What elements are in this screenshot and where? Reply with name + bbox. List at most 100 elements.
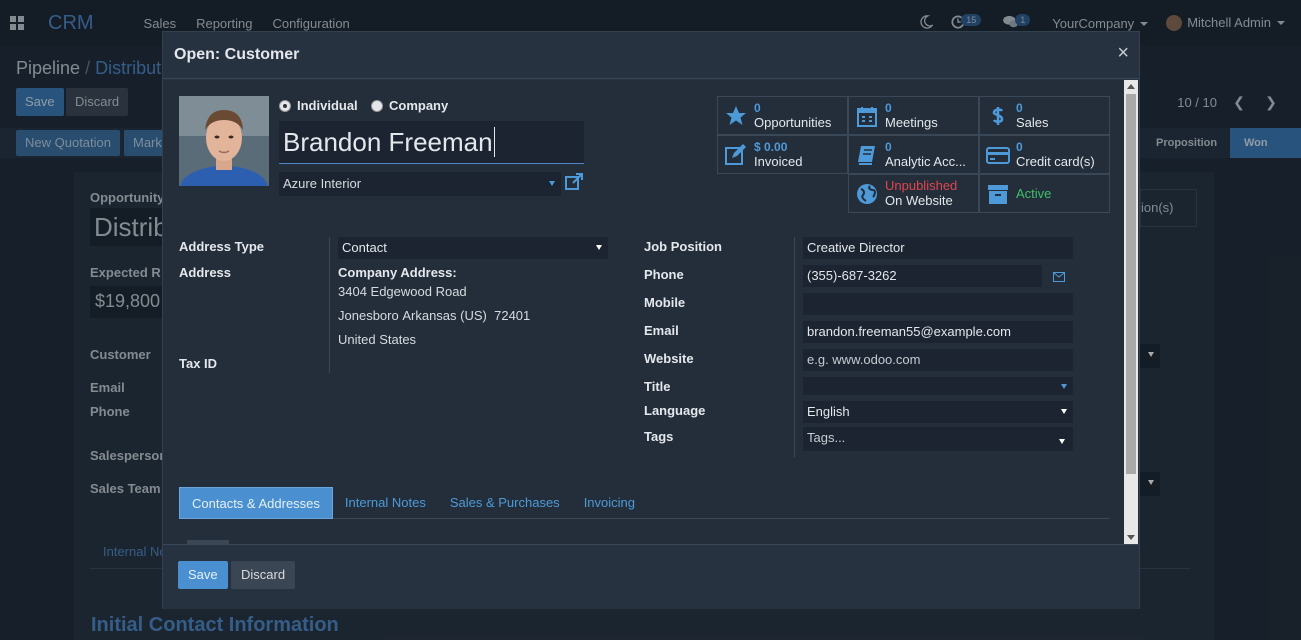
analytic-accounts-label: Analytic Acc... xyxy=(885,153,966,169)
phone-label: Phone xyxy=(644,267,684,282)
address-type-value: Contact xyxy=(342,240,387,255)
notebook-tabs: Contacts & Addresses Internal Notes Sale… xyxy=(179,487,1110,519)
opportunities-stat-button[interactable]: 0 Opportunities xyxy=(717,96,848,135)
invoiced-stat-button[interactable]: $ 0.00 Invoiced xyxy=(717,135,848,174)
archive-icon xyxy=(988,184,1008,204)
credit-cards-label: Credit card(s) xyxy=(1016,153,1095,169)
chevron-down-icon xyxy=(1061,409,1067,414)
save-button[interactable]: Save xyxy=(178,561,228,589)
analytic-accounts-count: 0 xyxy=(885,139,892,154)
scroll-up-arrow-icon[interactable] xyxy=(1127,84,1135,89)
text-cursor xyxy=(493,127,495,157)
title-select[interactable] xyxy=(803,377,1073,395)
title-label: Title xyxy=(644,379,671,394)
opportunities-label: Opportunities xyxy=(754,114,832,130)
tab-sales-purchases[interactable]: Sales & Purchases xyxy=(438,487,572,519)
globe-icon xyxy=(857,183,877,204)
website-status: Unpublished xyxy=(885,178,958,193)
sales-stat-button[interactable]: 0 Sales xyxy=(979,96,1110,135)
tags-label: Tags xyxy=(644,429,674,444)
job-position-label: Job Position xyxy=(644,239,722,254)
mobile-input[interactable] xyxy=(803,293,1073,315)
tags-input[interactable]: Tags... xyxy=(803,427,1073,451)
language-value: English xyxy=(807,404,850,419)
star-icon xyxy=(726,105,746,125)
address-label: Address xyxy=(179,265,232,280)
meetings-stat-button[interactable]: 0 Meetings xyxy=(848,96,979,135)
customer-name-value: Brandon Freeman xyxy=(283,127,493,157)
address-state: Arkansas (US) xyxy=(402,308,487,323)
address-city-line: Jonesboro Arkansas (US) 72401 xyxy=(338,308,530,323)
email-input[interactable]: brandon.freeman55@example.com xyxy=(803,321,1073,343)
address-type-label: Address Type xyxy=(179,239,265,254)
dialog-title: Open: Customer xyxy=(174,46,300,63)
sales-count: 0 xyxy=(1016,100,1023,115)
archive-toggle-button[interactable]: Active xyxy=(979,174,1110,213)
parent-company-value: Azure Interior xyxy=(283,176,362,191)
analytic-accounts-stat-button[interactable]: 0 Analytic Acc... xyxy=(848,135,979,174)
meetings-label: Meetings xyxy=(885,114,938,130)
close-icon[interactable]: × xyxy=(1117,42,1129,65)
scroll-down-arrow-icon[interactable] xyxy=(1127,535,1135,540)
scroll-thumb[interactable] xyxy=(1126,94,1136,474)
phone-input[interactable]: (355)-687-3262 xyxy=(803,265,1042,287)
address-country: United States xyxy=(338,332,417,347)
credit-card-icon xyxy=(986,146,1010,164)
invoiced-label: Invoiced xyxy=(754,153,803,169)
website-input[interactable]: e.g. www.odoo.com xyxy=(803,349,1073,371)
customer-name-input[interactable]: Brandon Freeman xyxy=(279,121,584,164)
job-position-input[interactable]: Creative Director xyxy=(803,237,1073,259)
dialog-header: Open: Customer xyxy=(163,32,1139,79)
field-separator xyxy=(329,237,330,373)
portrait-image xyxy=(179,96,269,186)
dialog-scrollbar[interactable] xyxy=(1124,80,1138,544)
address-street: 3404 Edgewood Road xyxy=(338,284,467,299)
dollar-icon xyxy=(992,106,1004,125)
chevron-down-icon xyxy=(1059,439,1065,444)
radio-individual[interactable]: Individual xyxy=(279,98,358,113)
website-publish-button[interactable]: Unpublished On Website xyxy=(848,174,979,213)
opportunities-count: 0 xyxy=(754,100,761,115)
tab-contacts-addresses[interactable]: Contacts & Addresses xyxy=(179,487,333,519)
parent-company-input[interactable]: Azure Interior xyxy=(279,172,561,196)
meetings-count: 0 xyxy=(885,100,892,115)
language-label: Language xyxy=(644,403,706,418)
discard-button[interactable]: Discard xyxy=(231,561,296,589)
chevron-down-icon xyxy=(549,181,555,186)
address-city: Jonesboro xyxy=(338,308,399,323)
edit-icon xyxy=(725,143,746,165)
website-label-field: Website xyxy=(644,351,694,366)
chevron-down-icon xyxy=(1061,384,1067,389)
tax-id-label: Tax ID xyxy=(179,356,218,371)
radio-unchecked-icon xyxy=(371,99,383,112)
tab-internal-notes[interactable]: Internal Notes xyxy=(333,487,438,519)
dialog-footer: Save Discard xyxy=(163,544,1139,609)
tags-placeholder: Tags... xyxy=(807,430,846,445)
address-type-select[interactable]: Contact xyxy=(338,237,608,259)
external-link-icon[interactable] xyxy=(564,172,584,192)
radio-individual-label: Individual xyxy=(297,98,358,113)
tab-invoicing[interactable]: Invoicing xyxy=(572,487,647,519)
website-label: On Website xyxy=(885,193,953,208)
invoiced-amount: $ 0.00 xyxy=(754,139,788,154)
chevron-down-icon xyxy=(596,245,602,250)
book-icon xyxy=(858,145,875,165)
customer-dialog: Open: Customer × Individual Company Bran… xyxy=(162,31,1140,609)
sales-label: Sales xyxy=(1016,114,1049,130)
radio-company[interactable]: Company xyxy=(371,98,448,113)
company-address-label: Company Address: xyxy=(338,265,457,280)
language-select[interactable]: English xyxy=(803,401,1073,423)
dialog-body: Individual Company Brandon Freeman Azure… xyxy=(163,80,1139,544)
sms-envelope-icon[interactable] xyxy=(1053,270,1065,282)
address-zip: 72401 xyxy=(494,308,531,323)
credit-cards-count: 0 xyxy=(1016,139,1023,154)
active-status: Active xyxy=(1016,186,1052,201)
customer-avatar[interactable] xyxy=(179,96,269,186)
credit-cards-stat-button[interactable]: 0 Credit card(s) xyxy=(979,135,1110,174)
calendar-icon xyxy=(857,106,877,127)
radio-checked-icon xyxy=(279,99,291,112)
radio-company-label: Company xyxy=(389,98,449,113)
email-label: Email xyxy=(644,323,679,338)
field-separator xyxy=(794,237,795,457)
mobile-label: Mobile xyxy=(644,295,686,310)
